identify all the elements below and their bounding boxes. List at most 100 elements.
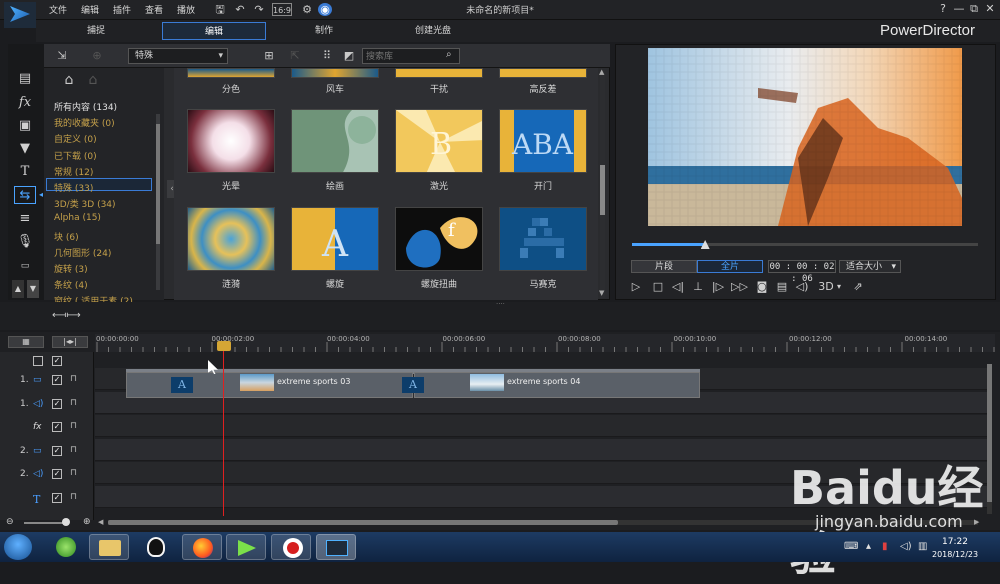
taskbar-media-player-icon[interactable] (226, 534, 266, 560)
menu-file[interactable]: 文件 (49, 3, 67, 16)
track-lock-icon[interactable]: ⊓ (70, 492, 80, 502)
tab-edit[interactable]: 编辑 (162, 22, 266, 40)
enable-all-checkbox[interactable]: ✓ (52, 356, 62, 366)
snapshot-icon[interactable]: ◙ (754, 279, 770, 295)
thumb-painting[interactable] (291, 109, 379, 173)
search-icon[interactable]: ⌕ (446, 49, 458, 61)
thumb-high-contrast[interactable] (499, 68, 587, 78)
category-filter-select[interactable]: 特殊 (128, 48, 228, 64)
timeline-zoom-handle[interactable] (62, 518, 70, 526)
minimize-button[interactable]: — (952, 2, 966, 16)
playhead-line[interactable] (223, 346, 224, 516)
taskbar-recorder-icon[interactable] (271, 534, 311, 560)
thumb-glow[interactable] (187, 109, 275, 173)
thumb-color-split[interactable] (187, 68, 275, 78)
previous-frame-icon[interactable]: ◁| (670, 279, 686, 295)
taskbar-firefox-icon[interactable] (182, 534, 222, 560)
library-scrollbar-thumb[interactable] (600, 165, 605, 215)
select-all-checkbox[interactable] (33, 356, 43, 366)
zoom-fit-select[interactable]: 适合大小 ▾ (839, 260, 901, 273)
storyboard-view-icon[interactable]: ▦ (8, 336, 44, 348)
notification-icon[interactable]: ◉ (318, 3, 332, 16)
tab-clip-mode[interactable]: 片段 (631, 260, 697, 273)
tray-network-icon[interactable]: ▥ (918, 541, 927, 552)
category-item[interactable]: 块 (6) (54, 230, 150, 243)
transition-room-icon[interactable]: ⇆ (14, 186, 36, 204)
split-icon[interactable]: ⊥ (690, 279, 706, 295)
thumb-laser[interactable]: B (395, 109, 483, 173)
category-item[interactable]: 旋转 (3) (54, 262, 150, 275)
stop-icon[interactable]: □ (650, 279, 666, 295)
scroll-down-icon[interactable]: ▼ (27, 280, 39, 298)
add-tag-icon[interactable]: ⌂ (62, 73, 76, 87)
scroll-down-arrow-icon[interactable]: ▼ (599, 289, 604, 297)
category-item[interactable]: 特殊 (33) (54, 181, 150, 194)
start-button[interactable] (4, 534, 32, 560)
undock-preview-icon[interactable]: ⇗ (850, 279, 866, 295)
grid-view-icon[interactable]: ⠿ (320, 49, 334, 62)
tab-capture[interactable]: 捕捉 (62, 22, 130, 40)
timeline-view-icon[interactable]: |◂▸| (52, 336, 88, 348)
help-button[interactable]: ? (936, 2, 950, 16)
subtitle-icon[interactable]: ▤ (774, 279, 790, 295)
undo-icon[interactable]: ↶ (233, 3, 247, 16)
transition-marker-icon[interactable]: A (402, 377, 424, 393)
transition-marker-icon[interactable]: A (171, 377, 193, 393)
particle-room-icon[interactable]: ▼ (14, 140, 36, 158)
zoom-out-icon[interactable]: ⊖ (6, 517, 14, 527)
taskbar-app-360-icon[interactable] (46, 534, 86, 560)
tray-keyboard-icon[interactable]: ⌨ (844, 541, 858, 552)
thumb-windmill[interactable] (291, 68, 379, 78)
add-to-timeline-icon[interactable]: ⊞ (262, 49, 276, 62)
title-room-icon[interactable]: T (14, 163, 36, 181)
playhead-handle[interactable] (217, 341, 231, 351)
tab-produce[interactable]: 制作 (290, 22, 358, 40)
track-row[interactable] (95, 415, 988, 437)
aspect-ratio-icon[interactable]: 16:9 (272, 3, 292, 16)
timecode-display[interactable]: 00 : 00 : 02 : 06 (768, 260, 836, 284)
taskbar-powerdirector-icon[interactable] (316, 534, 356, 560)
category-item[interactable]: 自定义 (0) (54, 132, 150, 145)
zoom-in-icon[interactable]: ⊕ (83, 517, 91, 527)
media-room-icon[interactable]: ▤ (14, 70, 36, 88)
fx-room-icon[interactable]: fx (14, 94, 36, 112)
tab-create-disc[interactable]: 创建光盘 (396, 22, 470, 40)
fast-forward-icon[interactable]: ▷▷ (731, 279, 748, 295)
menu-play[interactable]: 播放 (177, 3, 195, 16)
category-item[interactable]: 所有内容 (134) (54, 100, 150, 113)
track-lock-icon[interactable]: ⊓ (70, 421, 80, 431)
track-lock-icon[interactable]: ⊓ (70, 398, 80, 408)
scroll-left-icon[interactable]: ◀ (98, 518, 103, 526)
tray-show-hidden-icon[interactable]: ▴ (866, 541, 871, 552)
clock-date[interactable]: 2018/12/23 (932, 550, 978, 559)
menu-edit[interactable]: 编辑 (81, 3, 99, 16)
taskbar-qq-icon[interactable] (136, 534, 176, 560)
fit-timeline-icon[interactable]: ⟻⟼ (52, 310, 81, 322)
category-item[interactable]: 3D/类 3D (34) (54, 197, 150, 210)
settings-gear-icon[interactable]: ⚙ (300, 3, 314, 16)
play-icon[interactable]: ▷ (628, 279, 644, 295)
track-lock-icon[interactable]: ⊓ (70, 374, 80, 384)
voice-over-icon[interactable]: 🎙 (14, 233, 36, 251)
audio-mixing-icon[interactable]: ≡ (14, 210, 36, 228)
thumb-spiral[interactable]: A (291, 207, 379, 271)
import-icon[interactable]: ⇲ (55, 49, 69, 62)
next-frame-icon[interactable]: |▷ (710, 279, 726, 295)
preview-video-frame[interactable] (648, 48, 962, 226)
scroll-up-arrow-icon[interactable]: ▲ (599, 68, 604, 76)
track-lock-icon[interactable]: ⊓ (70, 468, 80, 478)
category-item[interactable]: 常规 (12) (54, 165, 150, 178)
track-enable-checkbox[interactable]: ✓ (52, 422, 62, 432)
splitter-grip-icon[interactable]: ···· (496, 300, 505, 308)
track-enable-checkbox[interactable]: ✓ (52, 469, 62, 479)
taskbar-explorer-icon[interactable] (89, 534, 129, 560)
category-item[interactable]: 条纹 (4) (54, 278, 150, 291)
volume-icon[interactable]: ◁) (794, 279, 810, 295)
thumb-door-open[interactable]: ABA (499, 109, 587, 173)
scroll-up-icon[interactable]: ▲ (12, 280, 24, 298)
pip-room-icon[interactable]: ▣ (14, 117, 36, 135)
resize-thumbnail-icon[interactable]: ◩ (342, 49, 356, 62)
save-icon[interactable]: 🖫 (213, 3, 227, 16)
track-enable-checkbox[interactable]: ✓ (52, 375, 62, 385)
menu-plugins[interactable]: 插件 (113, 3, 131, 16)
